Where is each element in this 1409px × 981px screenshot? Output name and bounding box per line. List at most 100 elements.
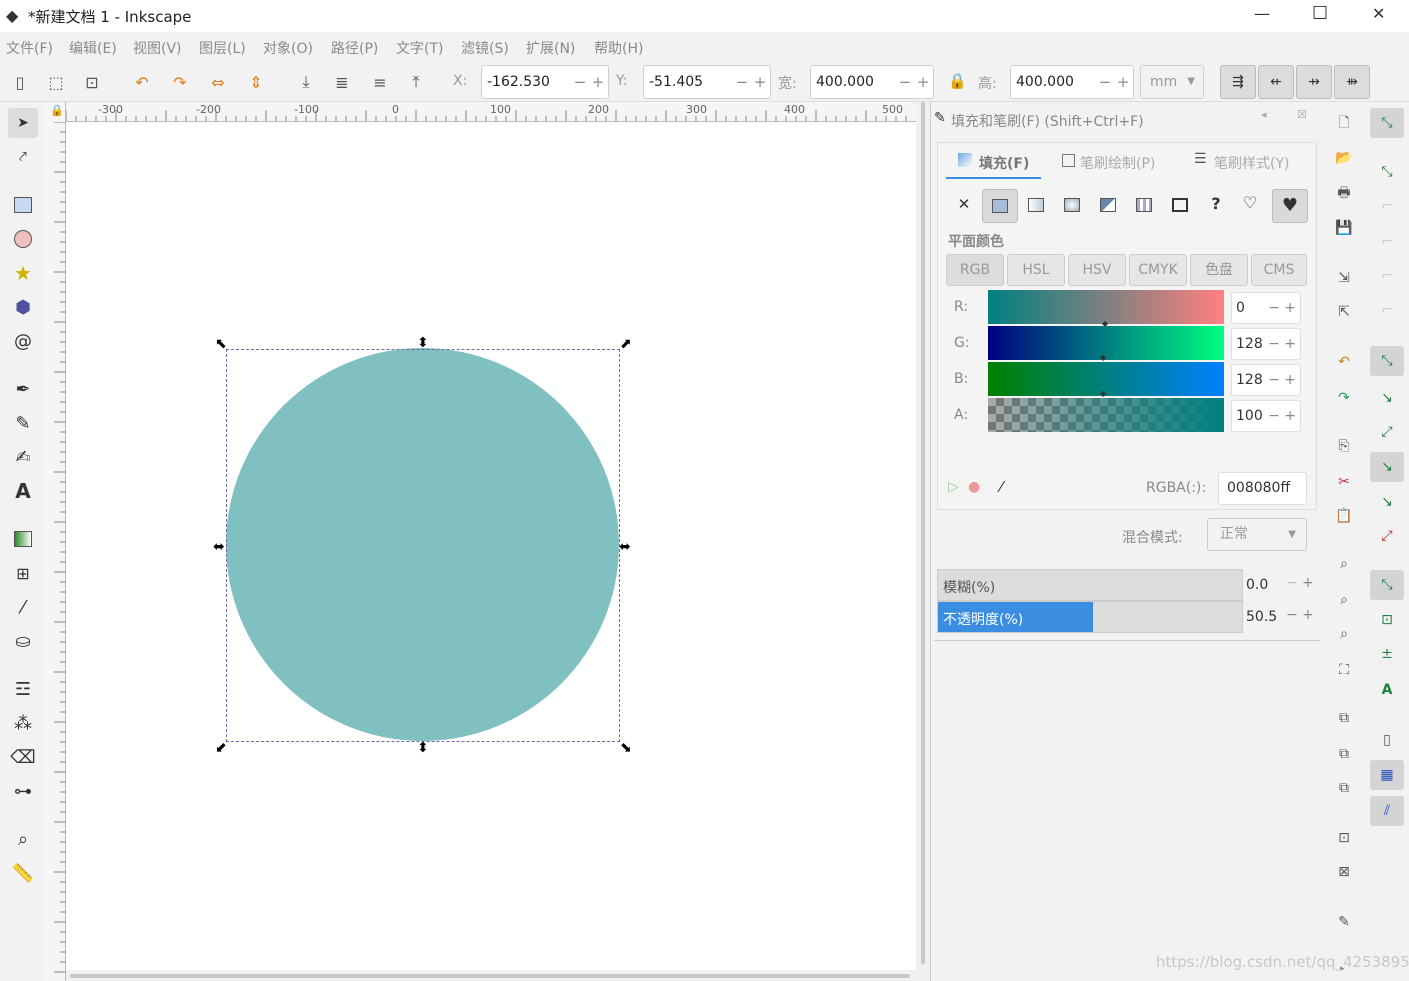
- fill-rule-evenodd-icon[interactable]: ♡: [1238, 193, 1262, 217]
- y-decrement-icon[interactable]: −: [734, 66, 750, 98]
- zoom-drawing-icon[interactable]: ⌕: [1332, 588, 1356, 612]
- menu-help[interactable]: 帮助(H): [594, 38, 643, 58]
- eraser-tool-icon[interactable]: ⌫: [8, 742, 38, 772]
- clone-icon[interactable]: ⧉: [1332, 742, 1356, 766]
- x-field[interactable]: -162.530 − +: [481, 65, 609, 99]
- scale-handle-sw-icon[interactable]: ⬋: [215, 741, 227, 755]
- scale-handle-e-icon[interactable]: ⬌: [619, 540, 631, 554]
- raise-icon[interactable]: ≡: [368, 70, 392, 94]
- minimize-button[interactable]: —: [1254, 4, 1270, 23]
- plus-icon[interactable]: +: [1284, 329, 1296, 359]
- snap-text-baseline-icon[interactable]: A: [1375, 678, 1399, 702]
- lock-guides-icon[interactable]: 🔒: [50, 104, 64, 117]
- vertical-scrollbar[interactable]: [916, 102, 930, 981]
- zoom-tool-icon[interactable]: ⌕: [8, 824, 38, 854]
- snap-bbox-midpoint-icon[interactable]: ⌐: [1375, 264, 1399, 288]
- menu-path[interactable]: 路径(P): [331, 38, 378, 58]
- import-icon[interactable]: ⇲: [1332, 266, 1356, 290]
- blur-slider[interactable]: 模糊(%): [937, 569, 1243, 601]
- x-increment-icon[interactable]: +: [590, 66, 606, 98]
- snap-bbox-icon[interactable]: ⤡: [1375, 160, 1399, 184]
- plus-icon[interactable]: +: [1284, 293, 1296, 323]
- snap-page-border-icon[interactable]: ▯: [1375, 728, 1399, 752]
- minus-icon[interactable]: −: [1268, 365, 1280, 395]
- dock-close-icon[interactable]: ☒: [1297, 108, 1307, 121]
- height-field[interactable]: 400.000 − +: [1010, 65, 1134, 99]
- scale-handle-nw-icon[interactable]: ⬉: [215, 337, 227, 351]
- width-decrement-icon[interactable]: −: [897, 66, 913, 98]
- snap-object-center-icon[interactable]: ⊡: [1375, 608, 1399, 632]
- channel-r-field[interactable]: 0 − +: [1231, 292, 1301, 324]
- menu-object[interactable]: 对象(O): [263, 38, 313, 58]
- snap-grid-toggle[interactable]: ▦: [1370, 760, 1404, 790]
- fill-stroke-dialog-icon[interactable]: ✎: [1332, 910, 1356, 934]
- unit-select[interactable]: mm ▼: [1140, 65, 1204, 99]
- minus-icon[interactable]: −: [1268, 401, 1280, 431]
- mode-tab-cmyk[interactable]: CMYK: [1129, 254, 1187, 286]
- snap-path-intersection-icon[interactable]: ⤢: [1375, 420, 1399, 444]
- no-paint-icon[interactable]: ✕: [952, 195, 976, 219]
- menu-filters[interactable]: 滤镜(S): [461, 38, 509, 58]
- tab-stroke-paint[interactable]: 笔刷绘制(P): [1056, 147, 1176, 179]
- lower-to-bottom-icon[interactable]: ⤓: [294, 70, 318, 94]
- transform-gradients-toggle[interactable]: ⇸: [1296, 65, 1332, 99]
- channel-a-field[interactable]: 100− +: [1231, 400, 1301, 432]
- group-icon[interactable]: ⊡: [1332, 826, 1356, 850]
- tab-stroke-style[interactable]: ☰ 笔刷样式(Y): [1190, 147, 1310, 179]
- 3d-box-tool-icon[interactable]: ⬢: [8, 292, 38, 322]
- snap-bbox-center-icon[interactable]: ⌐: [1375, 298, 1399, 322]
- flat-color-icon[interactable]: [982, 189, 1018, 223]
- tab-fill[interactable]: 填充(F): [946, 147, 1041, 179]
- select-all-icon[interactable]: ▯: [8, 70, 32, 94]
- blur-minus-icon[interactable]: −: [1286, 575, 1298, 591]
- snap-path-icon[interactable]: ↘: [1375, 386, 1399, 410]
- width-increment-icon[interactable]: +: [915, 66, 931, 98]
- mode-tab-rgb[interactable]: RGB: [946, 254, 1004, 286]
- height-increment-icon[interactable]: +: [1115, 66, 1131, 98]
- copy-icon[interactable]: ⎘: [1332, 434, 1356, 458]
- minus-icon[interactable]: −: [1268, 293, 1280, 323]
- scale-handle-w-icon[interactable]: ⬌: [213, 540, 225, 554]
- channel-g-field[interactable]: 128− +: [1231, 328, 1301, 360]
- blend-mode-select[interactable]: 正常 ▼: [1207, 518, 1307, 551]
- text-tool-icon[interactable]: A: [8, 476, 38, 506]
- y-increment-icon[interactable]: +: [752, 66, 768, 98]
- paste-icon[interactable]: 📋: [1332, 504, 1356, 528]
- menu-text[interactable]: 文字(T): [396, 38, 443, 58]
- connector-tool-icon[interactable]: ⊶: [8, 776, 38, 806]
- channel-g-slider[interactable]: ◆: [988, 326, 1224, 362]
- cut-icon[interactable]: ✂: [1332, 470, 1356, 494]
- bezier-tool-icon[interactable]: ✒: [8, 374, 38, 404]
- scale-handle-n-icon[interactable]: ⬍: [417, 336, 429, 350]
- plus-icon[interactable]: +: [1284, 365, 1296, 395]
- gradient-tool-icon[interactable]: [8, 524, 38, 554]
- x-decrement-icon[interactable]: −: [572, 66, 588, 98]
- ellipse-tool-icon[interactable]: [8, 224, 38, 254]
- paint-bucket-tool-icon[interactable]: ⛀: [8, 626, 38, 656]
- menu-edit[interactable]: 编辑(E): [69, 38, 117, 58]
- opacity-value[interactable]: 50.5: [1246, 609, 1277, 625]
- undo-icon[interactable]: ↶: [1332, 350, 1356, 374]
- snap-smooth-nodes-icon[interactable]: ↘: [1375, 490, 1399, 514]
- mode-tab-wheel[interactable]: 色盘: [1190, 254, 1248, 286]
- mode-tab-cms[interactable]: CMS: [1251, 254, 1307, 286]
- fill-rule-nonzero-icon[interactable]: ♥: [1272, 189, 1308, 223]
- spiral-tool-icon[interactable]: @: [8, 326, 38, 356]
- pattern-icon[interactable]: [1136, 198, 1152, 212]
- mesh-gradient-icon[interactable]: [1100, 198, 1116, 212]
- selector-tool-icon[interactable]: ➤: [8, 108, 38, 138]
- scale-handle-se-icon[interactable]: ⬊: [620, 741, 632, 755]
- maximize-button[interactable]: ☐: [1312, 3, 1328, 24]
- plus-icon[interactable]: +: [1284, 401, 1296, 431]
- mesh-tool-icon[interactable]: ⊞: [8, 558, 38, 588]
- pencil-tool-icon[interactable]: ✎: [8, 408, 38, 438]
- unlink-clone-icon[interactable]: ⧉: [1332, 776, 1356, 800]
- width-field[interactable]: 400.000 − +: [810, 65, 934, 99]
- raise-to-top-icon[interactable]: ⤒: [404, 70, 428, 94]
- height-decrement-icon[interactable]: −: [1097, 66, 1113, 98]
- channel-a-slider[interactable]: [988, 398, 1224, 432]
- tweak-tool-icon[interactable]: ☲: [8, 674, 38, 704]
- drawing-canvas[interactable]: ⬉ ⬍ ⬈ ⬌ ⬌ ⬋ ⬍ ⬊: [66, 122, 916, 972]
- zoom-selection-icon[interactable]: ⌕: [1332, 552, 1356, 576]
- linear-gradient-icon[interactable]: [1028, 198, 1044, 212]
